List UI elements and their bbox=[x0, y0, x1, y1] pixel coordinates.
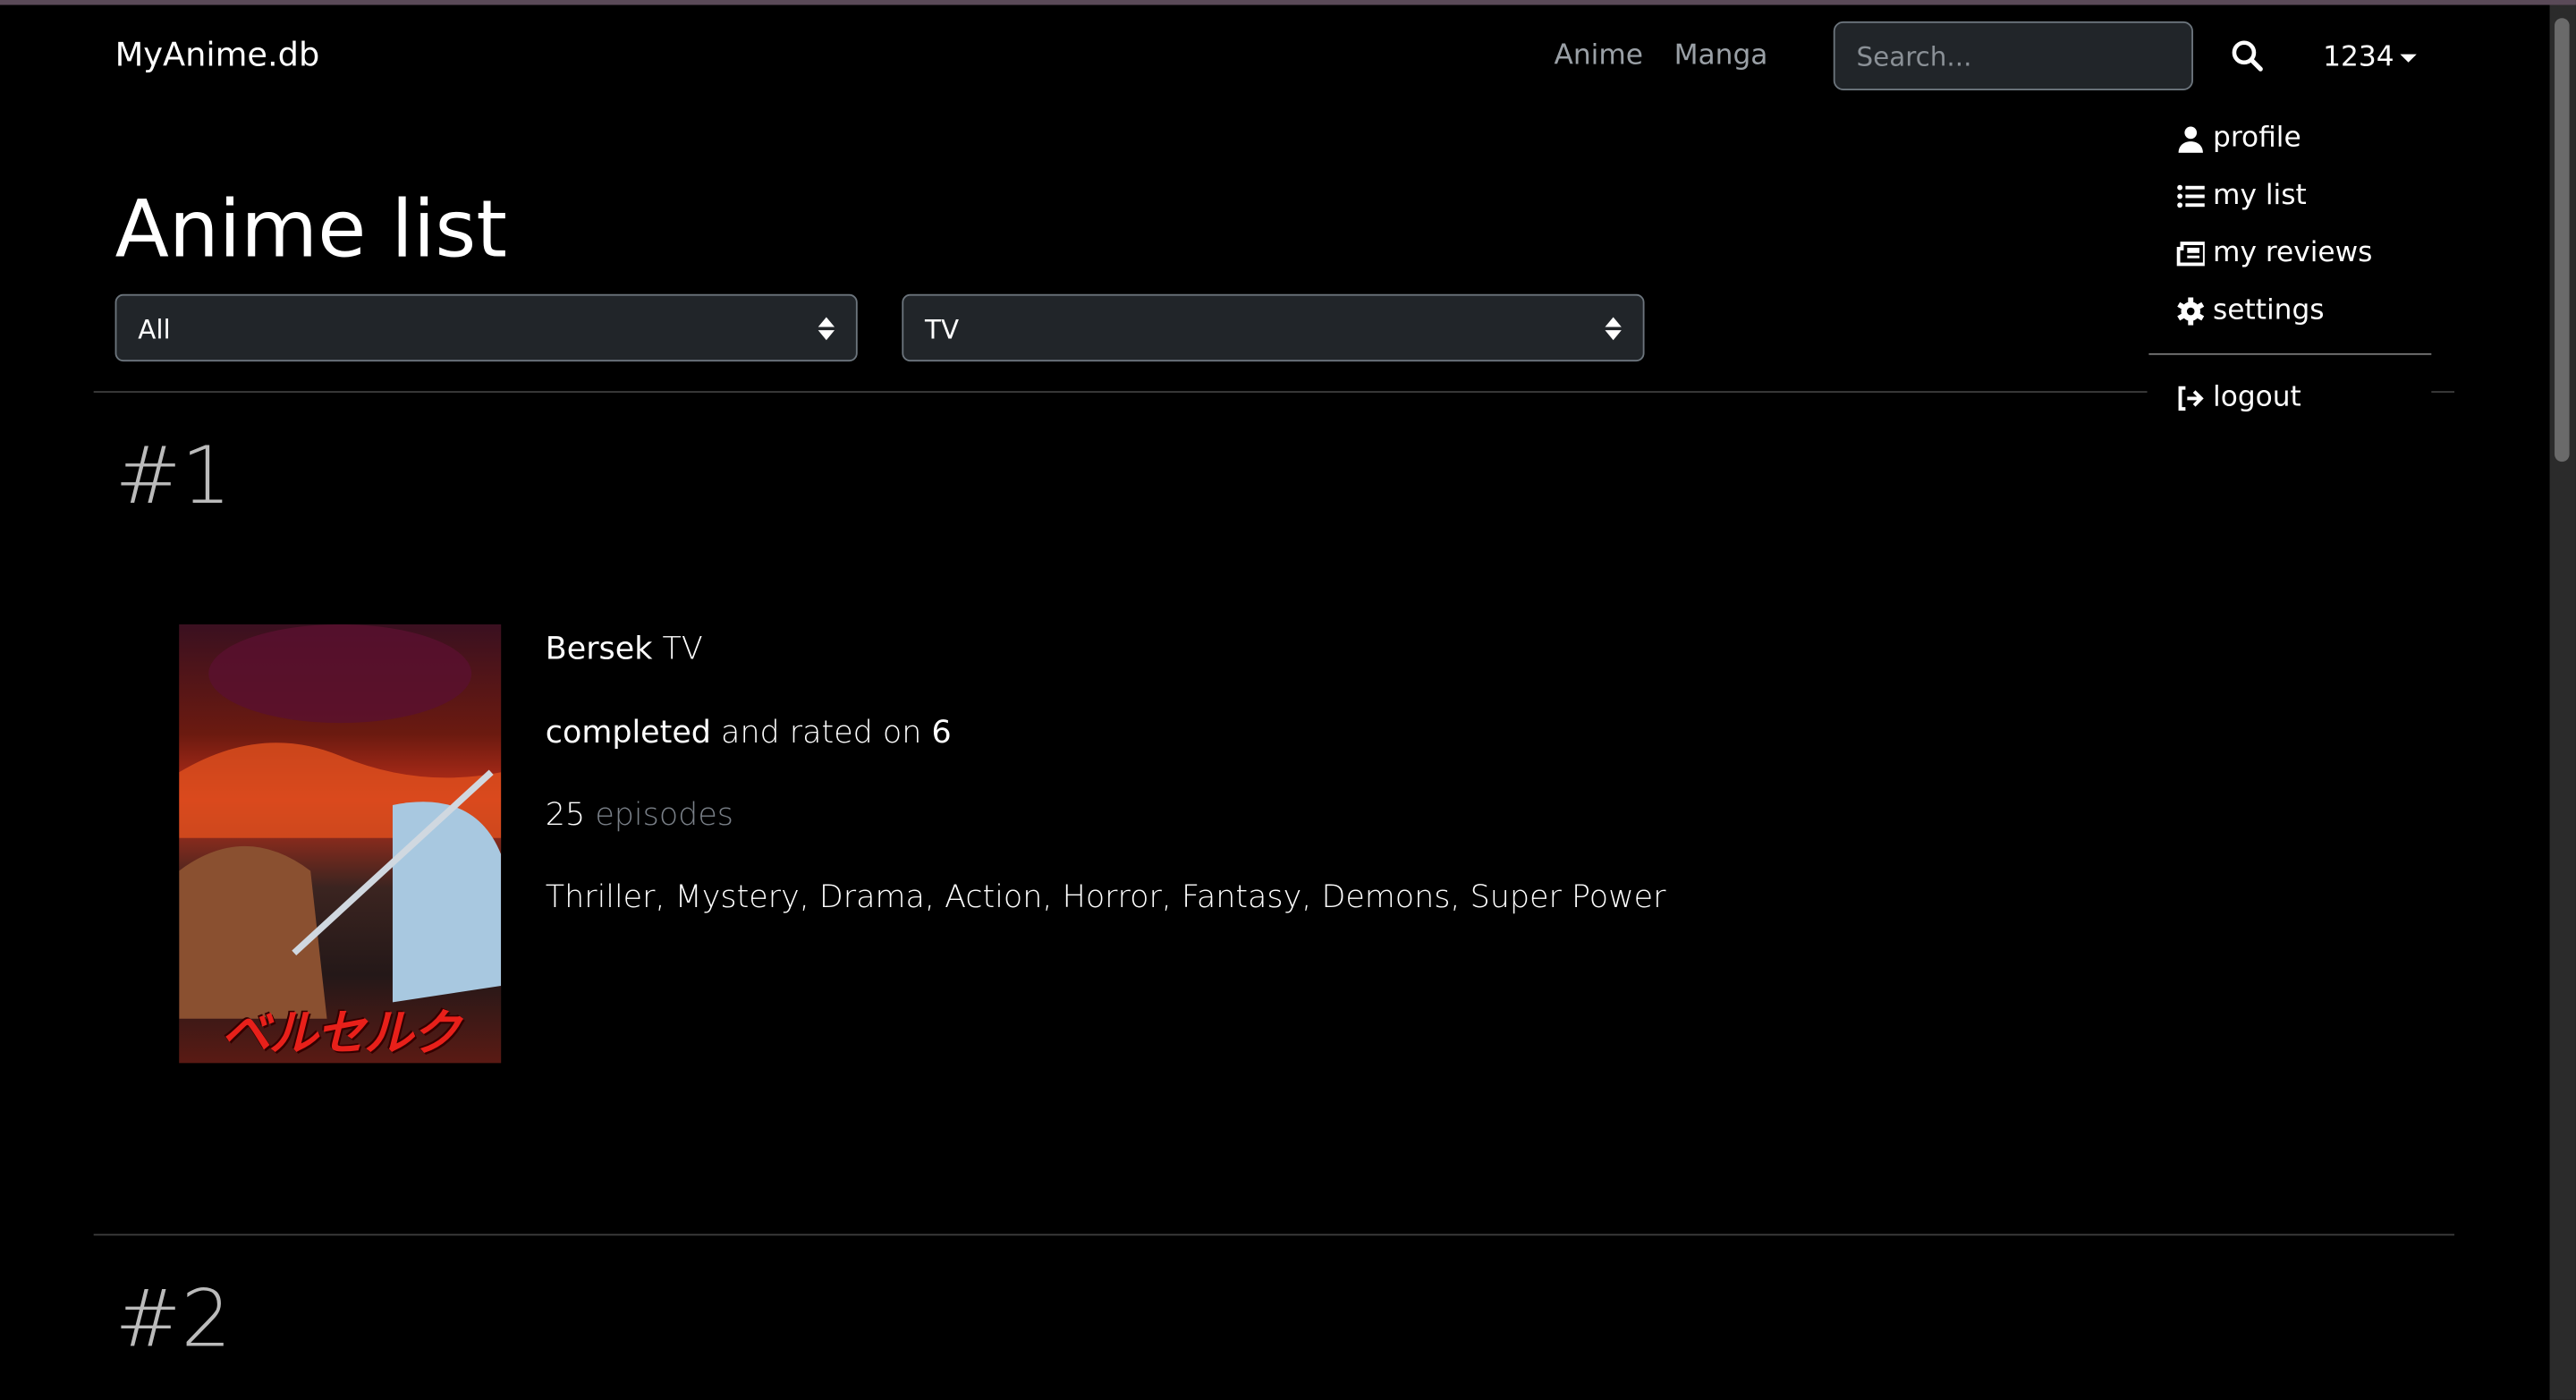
type-filter-select[interactable]: TV bbox=[902, 293, 1645, 362]
search-input[interactable] bbox=[1833, 21, 2193, 91]
menu-item-label: my reviews bbox=[2213, 236, 2373, 270]
divider bbox=[93, 1234, 2455, 1236]
sign-out-icon bbox=[2178, 385, 2204, 411]
anime-type: TV bbox=[662, 631, 703, 667]
menu-item-my-list[interactable]: my list bbox=[2177, 179, 2307, 212]
scrollbar[interactable] bbox=[2549, 4, 2576, 1400]
anime-genres: Thriller, Mystery, Drama, Action, Horror… bbox=[545, 878, 1666, 916]
sort-arrows-icon bbox=[818, 317, 835, 341]
entry-rank: #1 bbox=[114, 430, 232, 523]
search-icon bbox=[2232, 40, 2263, 72]
scrollbar-thumb[interactable] bbox=[2555, 18, 2570, 462]
entry-rank: #2 bbox=[114, 1273, 232, 1366]
menu-item-label: profile bbox=[2213, 121, 2301, 155]
gear-icon bbox=[2177, 296, 2205, 325]
sort-arrows-icon bbox=[1605, 317, 1622, 341]
list-icon bbox=[2177, 183, 2205, 208]
status-filter-select[interactable]: All bbox=[114, 293, 858, 362]
caret-down-icon bbox=[2400, 53, 2418, 62]
username: 1234 bbox=[2323, 40, 2394, 74]
menu-item-label: settings bbox=[2213, 293, 2325, 327]
select-value: All bbox=[138, 313, 171, 345]
anime-poster[interactable]: ベルセルク bbox=[179, 624, 502, 1064]
poster-logo-text: ベルセルク bbox=[221, 1005, 461, 1064]
newspaper-icon bbox=[2176, 241, 2205, 266]
brand-logo[interactable]: MyAnime.db bbox=[115, 35, 320, 74]
nav-link-manga[interactable]: Manga bbox=[1674, 39, 1768, 72]
anime-title[interactable]: Bersek TV bbox=[546, 631, 703, 666]
divider bbox=[2431, 391, 2455, 393]
rating: 6 bbox=[931, 714, 952, 751]
select-value: TV bbox=[925, 313, 960, 345]
divider bbox=[93, 391, 2148, 393]
menu-item-logout[interactable]: logout bbox=[2177, 381, 2301, 414]
anime-status: completed and rated on 6 bbox=[545, 714, 952, 751]
user-dropdown-toggle[interactable]: 1234 bbox=[2323, 40, 2418, 74]
user-icon bbox=[2178, 125, 2203, 152]
menu-item-label: my list bbox=[2213, 179, 2307, 212]
menu-item-profile[interactable]: profile bbox=[2177, 122, 2301, 155]
search-button[interactable] bbox=[2228, 36, 2267, 75]
menu-item-label: logout bbox=[2213, 381, 2301, 414]
menu-item-my-reviews[interactable]: my reviews bbox=[2176, 236, 2373, 270]
menu-divider bbox=[2148, 352, 2432, 355]
window-top-border bbox=[0, 0, 2576, 5]
menu-item-settings[interactable]: settings bbox=[2177, 294, 2325, 327]
page-title: Anime list bbox=[114, 183, 507, 276]
nav-link-anime[interactable]: Anime bbox=[1555, 39, 1643, 72]
anime-episodes: 25 episodes bbox=[545, 796, 733, 834]
